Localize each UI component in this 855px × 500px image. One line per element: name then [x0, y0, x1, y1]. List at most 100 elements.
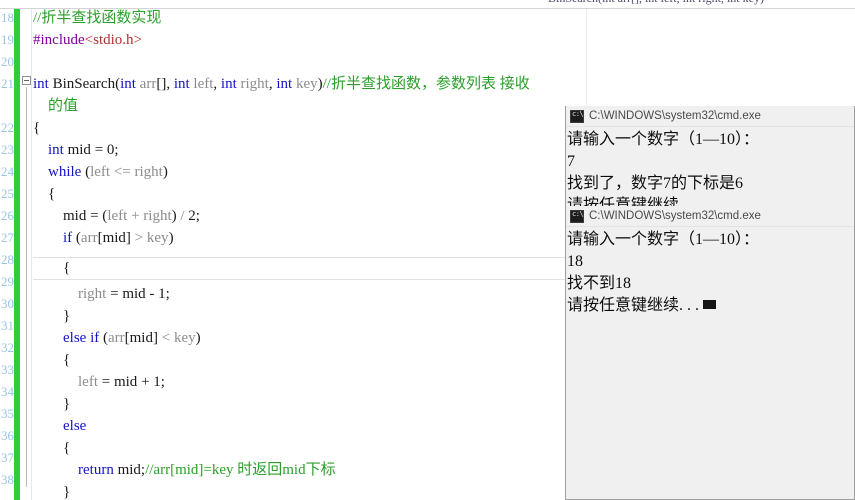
line-number: 34	[1, 384, 14, 399]
console-output-1: 请输入一个数字（1—10）： 7 找到了，数字7的下标是6 请按任意键继续. .…	[566, 127, 854, 207]
line-number: 25	[1, 186, 14, 201]
code-token-punct: [],	[156, 76, 174, 92]
code-token-comment: //折半查找函数，参数列表 接收	[322, 76, 530, 92]
console-line: 18	[567, 253, 583, 270]
line-number: 26	[1, 208, 14, 223]
console-title-text: C:\WINDOWS\system32\cmd.exe	[589, 210, 761, 222]
code-token-brace: {	[33, 120, 41, 136]
code-token-variable: arr	[107, 330, 125, 346]
line-number: 28	[1, 252, 14, 267]
line-number: 20	[1, 54, 14, 69]
line-number: 30	[1, 296, 14, 311]
console-line: 7	[567, 153, 575, 170]
code-token-keyword: if	[63, 230, 73, 246]
code-token-keyword: else if	[63, 330, 100, 346]
line-number: 31	[1, 318, 14, 333]
line-number: 32	[1, 340, 14, 355]
code-token-keyword: int	[276, 76, 293, 92]
line-number: 37	[1, 450, 14, 465]
code-line: mid = (left + right) / 2;	[63, 208, 200, 224]
console-line: 请输入一个数字（1—10）：	[567, 131, 760, 148]
code-line: while (left <= right)	[48, 164, 168, 180]
code-token-variable: arr	[80, 230, 98, 246]
console-title-text: C:\WINDOWS\system32\cmd.exe	[589, 110, 761, 122]
code-token-brace: }	[63, 396, 71, 412]
code-token-param: arr	[139, 76, 157, 92]
line-number: 23	[1, 142, 14, 157]
code-token-operator: +	[131, 208, 140, 224]
cmd-icon	[570, 109, 584, 123]
fold-range-line	[26, 87, 27, 487]
code-token-comment-continued: 的值	[33, 98, 79, 114]
code-token-operator: <=	[113, 164, 131, 180]
code-token-number: 0	[106, 142, 115, 158]
console-caret	[703, 300, 717, 309]
code-line: {	[33, 183, 55, 205]
code-token-variable: mid	[117, 462, 141, 478]
code-line: left = mid + 1;	[78, 374, 165, 390]
code-token-param: right	[240, 76, 269, 92]
code-line-current: {	[33, 257, 70, 279]
code-token-param: left	[193, 76, 214, 92]
code-folding-gutter[interactable]	[20, 9, 32, 500]
code-line: #include<stdio.h>	[33, 29, 142, 51]
code-token-variable: right	[78, 286, 107, 302]
code-token-variable: mid	[67, 142, 91, 158]
code-token-variable: key	[173, 330, 196, 346]
line-number: 21	[1, 76, 14, 91]
console-window-2[interactable]: C:\WINDOWS\system32\cmd.exe 请输入一个数字（1—10…	[565, 206, 855, 500]
code-token-keyword: return	[78, 462, 114, 478]
code-token-param: key	[295, 76, 318, 92]
code-line: if (arr[mid] > key)	[63, 230, 174, 246]
code-token-punct: ,	[213, 76, 221, 92]
console-line: 找到了，数字7的下标是6	[567, 175, 744, 192]
code-token-preprocessor: #include	[33, 32, 85, 48]
code-token-variable: left	[78, 374, 98, 390]
navigation-function-label: BinSearch(int arr[], int left, int right…	[548, 0, 764, 6]
code-line-wrapped: 的值	[33, 95, 78, 117]
code-token-keyword: int	[120, 76, 136, 92]
code-token-variable: mid	[122, 286, 146, 302]
console-title-bar-1[interactable]: C:\WINDOWS\system32\cmd.exe	[566, 106, 854, 127]
screenshot-root: BinSearch(int arr[], int left, int right…	[0, 0, 855, 500]
code-line: }	[33, 481, 70, 500]
code-line: int mid = 0;	[48, 142, 119, 158]
code-token-keyword: int	[48, 142, 64, 158]
console-window-1[interactable]: C:\WINDOWS\system32\cmd.exe 请输入一个数字（1—10…	[565, 106, 855, 208]
line-number: 18	[1, 10, 14, 25]
navigation-bar[interactable]: BinSearch(int arr[], int left, int right…	[0, 0, 855, 9]
code-token-operator: -	[149, 286, 155, 302]
code-token-operator: >	[134, 230, 144, 246]
code-token-keyword: int	[173, 76, 190, 92]
line-number: 24	[1, 164, 14, 179]
code-token-operator: /	[180, 208, 185, 224]
code-line: {	[33, 349, 70, 371]
collapse-toggle-icon[interactable]	[22, 76, 31, 85]
code-line: int BinSearch(int arr[], int left, int r…	[33, 73, 530, 95]
code-token-brace: {	[63, 352, 71, 368]
line-number: 29	[1, 274, 14, 289]
code-token-comment: //折半查找函数实现	[33, 10, 162, 26]
console-line: 找不到18	[567, 275, 632, 292]
line-number: 36	[1, 428, 14, 443]
code-token-brace: }	[63, 484, 71, 500]
console-title-bar-2[interactable]: C:\WINDOWS\system32\cmd.exe	[566, 206, 854, 227]
code-token-variable: mid	[102, 230, 126, 246]
code-token-brace: {	[63, 260, 71, 276]
line-number: 22	[1, 120, 14, 135]
code-line: //折半查找函数实现	[33, 9, 161, 29]
line-number: 33	[1, 362, 14, 377]
line-number: 38	[1, 472, 14, 487]
code-token-operator: <	[161, 330, 171, 346]
code-token-keyword: int	[220, 76, 237, 92]
code-line: {	[33, 437, 70, 459]
line-number: 35	[1, 406, 14, 421]
line-number: 19	[1, 32, 14, 47]
code-token-header: <stdio.h>	[84, 32, 142, 48]
code-line: return mid;//arr[mid]=key 时返回mid下标	[78, 462, 336, 478]
code-token-keyword: int	[33, 76, 49, 92]
code-line: else	[33, 415, 86, 437]
line-number-gutter: 18 19 20 21 22 23 24 25 26 27 28 29 30 3…	[0, 9, 14, 500]
code-token-variable: right	[143, 208, 172, 224]
code-token-variable: key	[146, 230, 169, 246]
